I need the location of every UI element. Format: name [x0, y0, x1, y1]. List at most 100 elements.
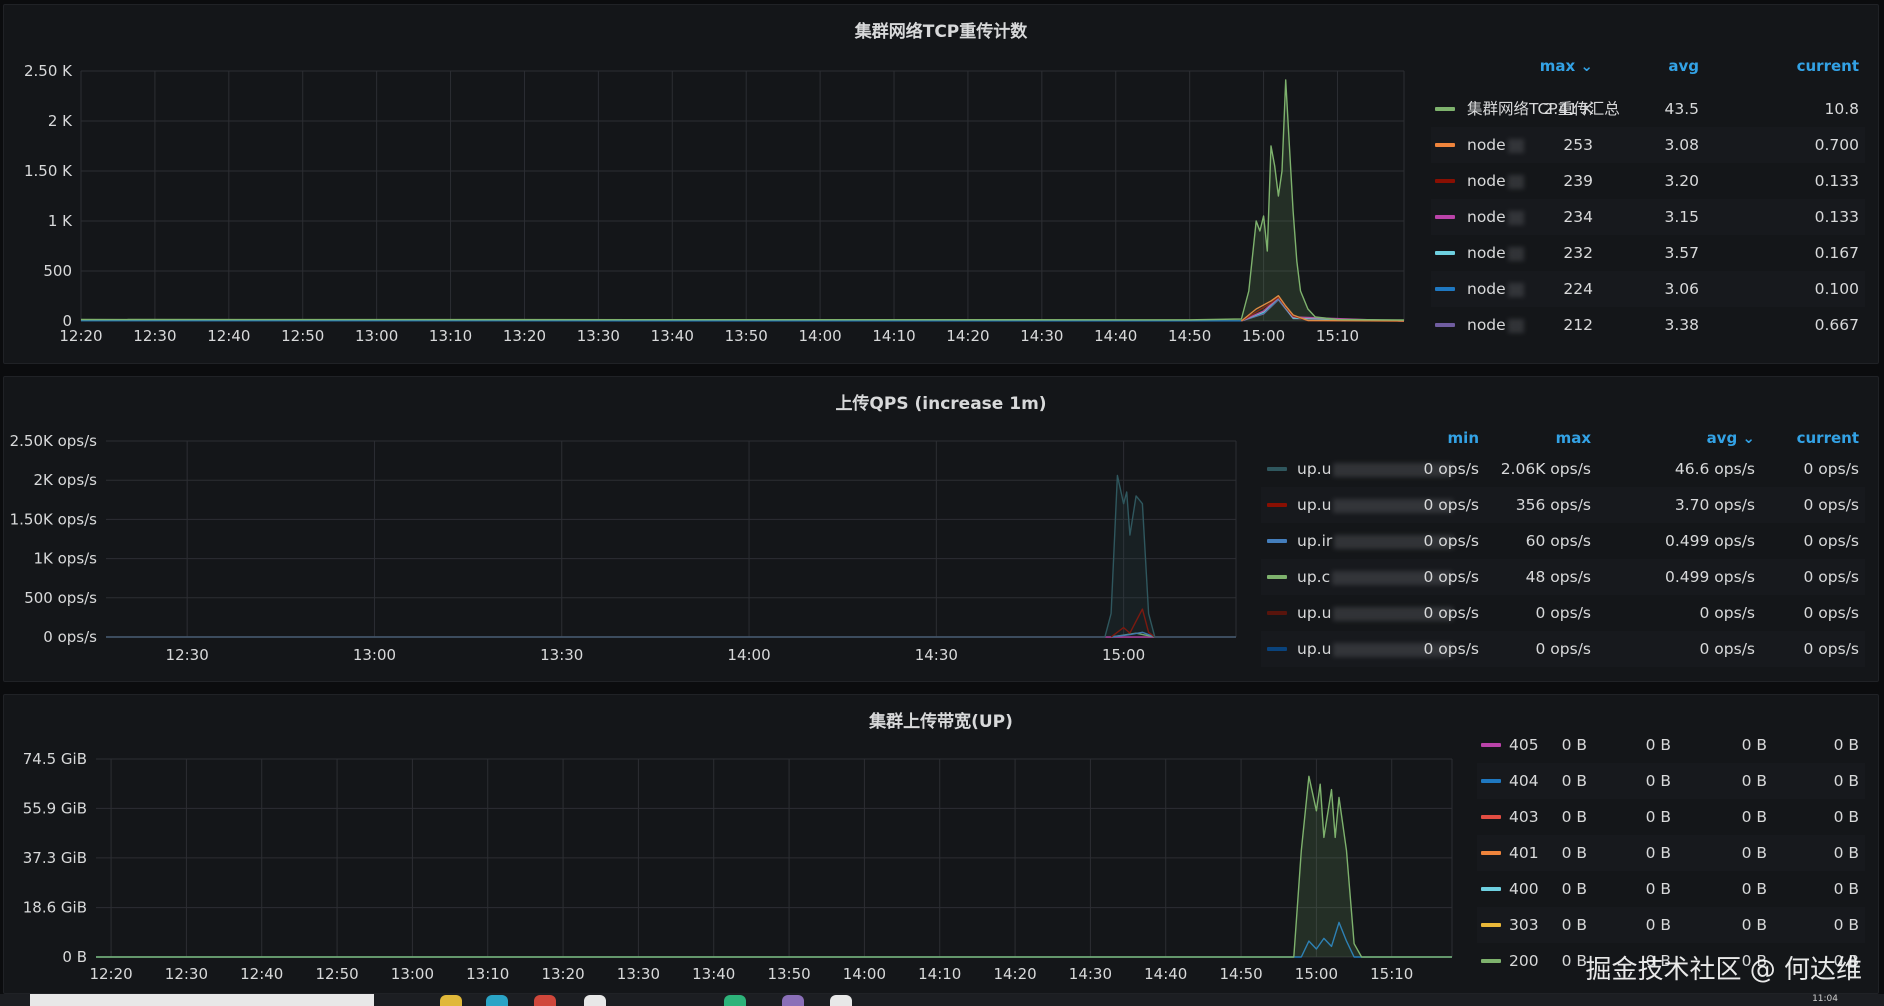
- app-icon[interactable]: [724, 995, 746, 1006]
- legend-value: 0.700: [1814, 136, 1859, 154]
- x-tick-label: 13:50: [767, 965, 810, 983]
- x-tick-label: 14:20: [993, 965, 1036, 983]
- legend-sort-min[interactable]: min: [1448, 429, 1479, 447]
- upload-bandwidth-legend: 405 0 B0 B0 B0 B 404 0 B0 B0 B0 B 403 0 B0 B0…: [1477, 736, 1865, 979]
- x-tick-label: 14:00: [843, 965, 886, 983]
- x-tick-label: 13:40: [692, 965, 735, 983]
- legend-row[interactable]: node 212 3.38 0.667: [1431, 307, 1865, 343]
- legend-value: 0 ops/s: [1535, 640, 1591, 658]
- series-line[interactable]: [80, 297, 1405, 322]
- legend-row[interactable]: node 224 3.06 0.100: [1431, 271, 1865, 307]
- legend-series-name[interactable]: 303: [1509, 907, 1539, 943]
- series-line[interactable]: [96, 921, 1452, 958]
- legend-row[interactable]: 400 0 B 0 B 0 B 0 B: [1477, 871, 1865, 907]
- legend-sort-max[interactable]: max: [1556, 429, 1591, 447]
- legend-row[interactable]: node 239 3.20 0.133: [1431, 163, 1865, 199]
- tcp-retrans-chart[interactable]: 05001 K1.50 K2 K2.50 K12:20 12:30 12:40 12:…: [4, 5, 1414, 365]
- legend-series-name[interactable]: node: [1467, 235, 1524, 271]
- y-tick-label: 55.9 GiB: [23, 799, 87, 817]
- y-tick-label: 0 B: [62, 948, 87, 966]
- legend-row[interactable]: up.u 0 ops/s 2.06K ops/s 46.6 ops/s 0 ops/s: [1261, 451, 1865, 487]
- legend-value: 0 B: [1645, 772, 1671, 790]
- x-tick-label: 14:10: [918, 965, 961, 983]
- legend-sort-max[interactable]: max ⌄: [1540, 57, 1593, 75]
- legend-value: 0 B: [1645, 844, 1671, 862]
- legend-value: 0 B: [1561, 916, 1587, 934]
- x-tick-label: 15:10: [1370, 965, 1413, 983]
- legend-value: 0 ops/s: [1535, 604, 1591, 622]
- redacted-name: [1507, 138, 1524, 153]
- upload-qps-chart[interactable]: 0 ops/s 500 ops/s 1K ops/s 1.50K ops/s 2K op…: [4, 377, 1244, 683]
- x-tick-label: 12:30: [165, 965, 208, 983]
- x-tick-label: 13:20: [541, 965, 584, 983]
- legend-row[interactable]: 集群网络TCP重传汇总 2.41 K 43.5 10.8: [1431, 91, 1865, 127]
- y-tick-label: 1 K: [48, 212, 73, 230]
- legend-value: 0 ops/s: [1699, 604, 1755, 622]
- legend-row[interactable]: 401 0 B 0 B 0 B 0 B: [1477, 835, 1865, 871]
- legend-series-name[interactable]: 401: [1509, 835, 1539, 871]
- legend-row[interactable]: node 232 3.57 0.167: [1431, 235, 1865, 271]
- app-icon[interactable]: [782, 995, 804, 1006]
- series-line[interactable]: [80, 79, 1405, 321]
- legend-row[interactable]: up.u 0 ops/s 0 ops/s 0 ops/s 0 ops/s: [1261, 631, 1865, 667]
- legend-sort-current[interactable]: current: [1797, 57, 1859, 75]
- legend-value: 0 B: [1741, 844, 1767, 862]
- tcp-retrans-panel: 集群网络TCP重传计数 0 500 1 K 1.50 K2 K 2.50 K 12:20 1…: [3, 4, 1879, 364]
- upload-bandwidth-chart[interactable]: 0 B 18.6 GiB 37.3 GiB 55.9 GiB 74.5 GiB 12:20…: [4, 695, 1464, 995]
- x-tick-label: 13:20: [503, 327, 546, 345]
- legend-series-name[interactable]: 405: [1509, 727, 1539, 763]
- legend-value: 0 ops/s: [1803, 496, 1859, 514]
- legend-row[interactable]: 404 0 B 0 B 0 B 0 B: [1477, 763, 1865, 799]
- legend-series-name[interactable]: node: [1467, 163, 1524, 199]
- legend-row[interactable]: 303 0 B 0 B 0 B 0 B: [1477, 907, 1865, 943]
- series-area: [96, 776, 1452, 957]
- legend-value: 0 B: [1833, 808, 1859, 826]
- browser-icon[interactable]: [486, 995, 508, 1006]
- legend-series-name[interactable]: node: [1467, 271, 1524, 307]
- legend-value: 0 ops/s: [1803, 604, 1859, 622]
- legend-series-name[interactable]: 404: [1509, 763, 1539, 799]
- legend-value: 0 B: [1741, 736, 1767, 754]
- legend-value: 0 B: [1833, 880, 1859, 898]
- legend-value: 0 ops/s: [1803, 568, 1859, 586]
- legend-series-name[interactable]: node: [1467, 199, 1524, 235]
- legend-sort-current[interactable]: current: [1797, 429, 1859, 447]
- chrome-icon[interactable]: [534, 995, 556, 1006]
- legend-value: 3.15: [1664, 208, 1699, 226]
- legend-sort-avg[interactable]: avg ⌄: [1707, 429, 1755, 447]
- y-tick-label: 2.50K ops/s: [10, 432, 98, 450]
- legend-series-name[interactable]: 200: [1509, 943, 1539, 979]
- legend-sort-avg[interactable]: avg: [1668, 57, 1699, 75]
- taskbar-search-area[interactable]: [30, 994, 374, 1006]
- series-line[interactable]: [106, 474, 1236, 638]
- series-area: [81, 80, 1404, 321]
- legend-value: 239: [1563, 172, 1593, 190]
- legend-row[interactable]: 403 0 B 0 B 0 B 0 B: [1477, 799, 1865, 835]
- legend-row[interactable]: up.ir 0 ops/s 60 ops/s 0.499 ops/s 0 ops/s: [1261, 523, 1865, 559]
- legend-row[interactable]: node 234 3.15 0.133: [1431, 199, 1865, 235]
- legend-value: 0 ops/s: [1423, 604, 1479, 622]
- legend-row[interactable]: up.u 0 ops/s 356 ops/s 3.70 ops/s 0 ops/s: [1261, 487, 1865, 523]
- legend-series-name[interactable]: 400: [1509, 871, 1539, 907]
- folder-icon[interactable]: [440, 995, 462, 1006]
- legend-swatch: [1267, 575, 1287, 579]
- legend-series-name[interactable]: node: [1467, 127, 1524, 163]
- legend-value: 46.6 ops/s: [1674, 460, 1755, 478]
- legend-value: 0 B: [1645, 808, 1671, 826]
- legend-row[interactable]: up.c 0 ops/s 48 ops/s 0.499 ops/s 0 ops/s: [1261, 559, 1865, 595]
- app-icon[interactable]: [584, 995, 606, 1006]
- legend-value: 0 B: [1561, 952, 1587, 970]
- series-line[interactable]: [96, 775, 1452, 958]
- legend-value: 2.41 K: [1543, 100, 1593, 118]
- legend-row[interactable]: up.u 0 ops/s 0 ops/s 0 ops/s 0 ops/s: [1261, 595, 1865, 631]
- legend-series-name[interactable]: 403: [1509, 799, 1539, 835]
- legend-swatch: [1435, 251, 1455, 255]
- legend-row[interactable]: node 253 3.08 0.700: [1431, 127, 1865, 163]
- upload-qps-legend: min max avg ⌄ current up.u 0 ops/s 2.06K ops/s…: [1261, 429, 1865, 667]
- legend-row[interactable]: 405 0 B 0 B 0 B 0 B: [1477, 727, 1865, 763]
- legend-series-name[interactable]: node: [1467, 307, 1524, 343]
- legend-value: 0 B: [1741, 772, 1767, 790]
- legend-value: 232: [1563, 244, 1593, 262]
- app-icon[interactable]: [830, 995, 852, 1006]
- legend-value: 0.133: [1814, 172, 1859, 190]
